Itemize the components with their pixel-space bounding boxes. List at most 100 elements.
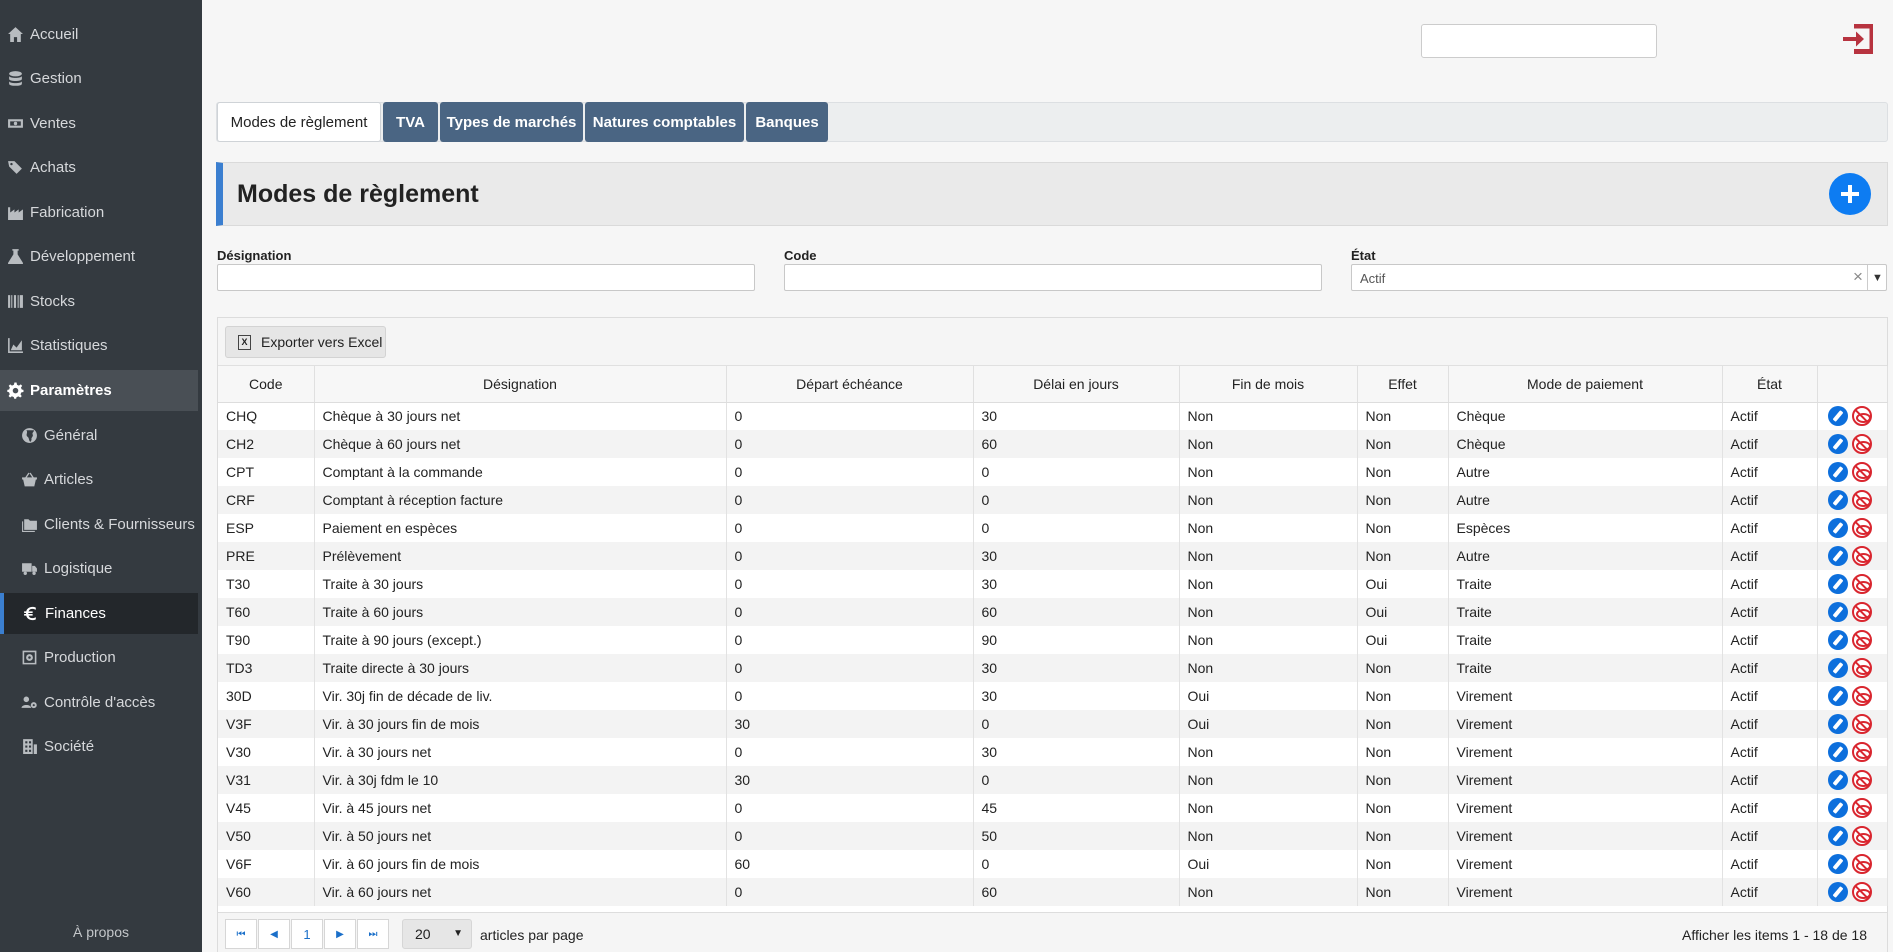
edit-icon[interactable] <box>1827 686 1848 706</box>
sidebar-item-articles[interactable]: Articles <box>0 459 198 500</box>
table-row[interactable]: PRE Prélèvement 0 30 Non Non Autre Actif <box>218 542 1888 570</box>
sidebar-item-developpement[interactable]: Développement <box>0 236 198 277</box>
eye-slash-icon[interactable] <box>1851 490 1872 510</box>
tab-tva[interactable]: TVA <box>383 102 438 142</box>
edit-icon[interactable] <box>1827 462 1848 482</box>
col-effet-header[interactable]: Effet <box>1357 366 1449 403</box>
sidebar-item-fabrication[interactable]: Fabrication <box>0 192 198 233</box>
edit-icon[interactable] <box>1827 770 1848 790</box>
table-row[interactable]: 30D Vir. 30j fin de décade de liv. 0 30 Oui N… <box>218 682 1888 710</box>
sidebar-item-finances[interactable]: Finances <box>0 593 198 634</box>
table-row[interactable]: CRF Comptant à réception facture 0 0 Non Non A… <box>218 486 1888 514</box>
eye-slash-icon[interactable] <box>1851 406 1872 427</box>
col-mode-paiement-header[interactable]: Mode de paiement <box>1448 366 1723 403</box>
sidebar-item-clients-fournisseurs[interactable]: Clients & Fournisseurs <box>0 504 198 545</box>
col-designation-header[interactable]: Désignation <box>314 366 727 403</box>
table-row[interactable]: V45 Vir. à 45 jours net 0 45 Non Non Virement A… <box>218 794 1888 822</box>
edit-icon[interactable] <box>1827 714 1848 734</box>
about-link[interactable]: À propos <box>0 924 202 940</box>
sidebar-item-general[interactable]: Général <box>0 415 198 456</box>
prev-page-button[interactable]: ◀ <box>258 919 290 949</box>
table-row[interactable]: V6F Vir. à 60 jours fin de mois 60 0 Oui Non V… <box>218 850 1888 878</box>
col-code-header[interactable]: Code <box>218 366 315 403</box>
eye-slash-icon[interactable] <box>1851 854 1872 874</box>
edit-icon[interactable] <box>1827 658 1848 678</box>
edit-icon[interactable] <box>1827 546 1848 566</box>
eye-slash-icon[interactable] <box>1851 602 1872 622</box>
page-size-select[interactable]: 20 ▼ <box>402 919 472 949</box>
eye-slash-icon[interactable] <box>1851 434 1872 454</box>
sidebar-item-production[interactable]: Production <box>0 637 198 678</box>
table-row[interactable]: ESP Paiement en espèces 0 0 Non Non Espèces Act… <box>218 514 1888 542</box>
sidebar-item-societe[interactable]: Société <box>0 726 198 767</box>
logout-button[interactable] <box>1840 20 1878 58</box>
tab-natures-comptables[interactable]: Natures comptables <box>585 102 744 142</box>
col-fin-de-mois-header[interactable]: Fin de mois <box>1179 366 1358 403</box>
sidebar-item-controle-acces[interactable]: Contrôle d'accès <box>0 682 198 723</box>
designation-filter-input[interactable] <box>217 264 755 291</box>
edit-icon[interactable] <box>1827 406 1848 427</box>
eye-slash-icon[interactable] <box>1851 798 1872 818</box>
edit-icon[interactable] <box>1827 490 1848 510</box>
add-button[interactable] <box>1829 173 1871 215</box>
col-etat-header[interactable]: État <box>1722 366 1818 403</box>
table-row[interactable]: T30 Traite à 30 jours 0 30 Non Oui Traite Actif <box>218 570 1888 598</box>
eye-slash-icon[interactable] <box>1851 630 1872 650</box>
edit-icon[interactable] <box>1827 798 1848 818</box>
etat-filter-select[interactable]: Actif × ▼ <box>1351 264 1887 291</box>
table-row[interactable]: V3F Vir. à 30 jours fin de mois 30 0 Oui Non V… <box>218 710 1888 738</box>
eye-slash-icon[interactable] <box>1851 518 1872 538</box>
eye-slash-icon[interactable] <box>1851 686 1872 706</box>
table-row[interactable]: V30 Vir. à 30 jours net 0 30 Non Non Virement A… <box>218 738 1888 766</box>
edit-icon[interactable] <box>1827 434 1848 454</box>
table-row[interactable]: T60 Traite à 60 jours 0 60 Non Oui Traite Actif <box>218 598 1888 626</box>
tab-types-de-marches[interactable]: Types de marchés <box>440 102 583 142</box>
sidebar-item-ventes[interactable]: Ventes <box>0 103 198 144</box>
table-row[interactable]: TD3 Traite directe à 30 jours 0 30 Non Non Tra… <box>218 654 1888 682</box>
table-row[interactable]: CH2 Chèque à 60 jours net 0 60 Non Non Chèque A… <box>218 430 1888 458</box>
edit-icon[interactable] <box>1827 826 1848 846</box>
table-row[interactable]: V50 Vir. à 50 jours net 0 50 Non Non Virement A… <box>218 822 1888 850</box>
eye-slash-icon[interactable] <box>1851 462 1872 482</box>
eye-slash-icon[interactable] <box>1851 770 1872 790</box>
sidebar-item-logistique[interactable]: Logistique <box>0 548 198 589</box>
eye-slash-icon[interactable] <box>1851 826 1872 846</box>
col-depart-echeance-header[interactable]: Départ échéance <box>726 366 974 403</box>
last-page-button[interactable]: ⏭ <box>357 919 389 949</box>
eye-slash-icon[interactable] <box>1851 714 1872 734</box>
code-filter-input[interactable] <box>784 264 1322 291</box>
edit-icon[interactable] <box>1827 630 1848 650</box>
table-row[interactable]: CHQ Chèque à 30 jours net 0 30 Non Non Chèque A… <box>218 402 1888 430</box>
sidebar-item-stocks[interactable]: Stocks <box>0 281 198 322</box>
sidebar-item-statistiques[interactable]: Statistiques <box>0 325 198 366</box>
export-excel-button[interactable]: X Exporter vers Excel <box>225 326 386 358</box>
eye-slash-icon[interactable] <box>1851 658 1872 678</box>
first-page-button[interactable]: ⏮ <box>225 919 257 949</box>
tab-banques[interactable]: Banques <box>746 102 828 142</box>
col-actions-header[interactable] <box>1817 366 1888 403</box>
edit-icon[interactable] <box>1827 602 1848 622</box>
edit-icon[interactable] <box>1827 518 1848 538</box>
edit-icon[interactable] <box>1827 882 1848 902</box>
eye-slash-icon[interactable] <box>1851 546 1872 566</box>
next-page-button[interactable]: ▶ <box>324 919 356 949</box>
sidebar-item-achats[interactable]: Achats <box>0 147 198 188</box>
table-row[interactable]: T90 Traite à 90 jours (except.) 0 90 Non Oui T… <box>218 626 1888 654</box>
table-row[interactable]: CPT Comptant à la commande 0 0 Non Non Autre Ac… <box>218 458 1888 486</box>
tab-modes-de-reglement[interactable]: Modes de règlement <box>217 102 381 142</box>
sidebar-item-parametres[interactable]: Paramètres <box>0 370 198 411</box>
sidebar-item-gestion[interactable]: Gestion <box>0 58 198 99</box>
eye-slash-icon[interactable] <box>1851 742 1872 762</box>
page-number-button[interactable]: 1 <box>291 919 323 949</box>
header-search-input[interactable] <box>1421 24 1657 58</box>
eye-slash-icon[interactable] <box>1851 574 1872 594</box>
table-row[interactable]: V31 Vir. à 30j fdm le 10 30 0 Non Non Virement… <box>218 766 1888 794</box>
edit-icon[interactable] <box>1827 854 1848 874</box>
sidebar-item-accueil[interactable]: Accueil <box>0 14 198 55</box>
chevron-down-icon[interactable]: ▼ <box>1867 265 1887 290</box>
edit-icon[interactable] <box>1827 574 1848 594</box>
clear-icon[interactable]: × <box>1853 267 1863 287</box>
col-delai-jours-header[interactable]: Délai en jours <box>973 366 1180 403</box>
eye-slash-icon[interactable] <box>1851 882 1872 902</box>
table-row[interactable]: V60 Vir. à 60 jours net 0 60 Non Non Virement A… <box>218 878 1888 906</box>
